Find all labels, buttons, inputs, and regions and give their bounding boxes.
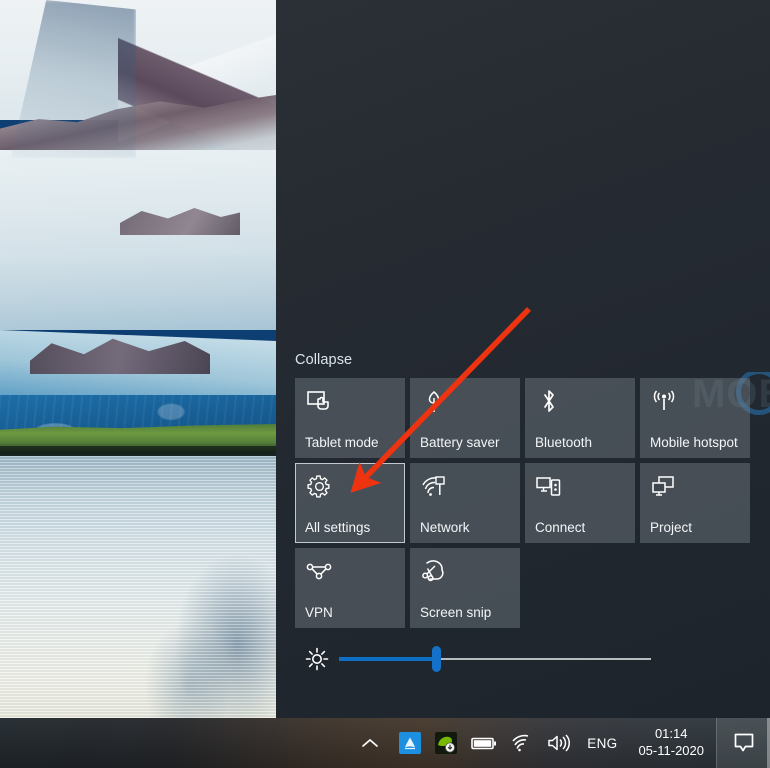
action-center-button[interactable] [716, 718, 770, 768]
quick-action-screen-snip[interactable]: Screen snip [410, 548, 520, 628]
bluetooth-icon [535, 387, 563, 415]
show-hidden-icons-chevron[interactable] [350, 718, 392, 768]
brightness-slider[interactable] [339, 646, 651, 672]
slider-fill [339, 657, 436, 661]
desktop-wallpaper[interactable] [0, 0, 276, 718]
collapse-row: Collapse [276, 351, 770, 378]
brightness-row [276, 628, 770, 690]
wallpaper-snowfield [0, 150, 276, 330]
battery-icon[interactable] [464, 718, 504, 768]
screen-snip-icon [420, 557, 448, 585]
quick-action-empty-slot [640, 548, 750, 628]
volume-icon[interactable] [540, 718, 578, 768]
project-icon [650, 472, 678, 500]
quick-action-label: Network [420, 520, 470, 536]
quick-action-label: All settings [305, 520, 371, 536]
brightness-icon [295, 646, 339, 672]
quick-action-project[interactable]: Project [640, 463, 750, 543]
tablet-mode-icon [305, 387, 333, 415]
clock[interactable]: 01:14 05-11-2020 [626, 718, 716, 768]
clock-time: 01:14 [654, 726, 688, 742]
quick-action-label: Battery saver [420, 435, 500, 451]
quick-action-label: Bluetooth [535, 435, 593, 451]
nvidia-update-icon[interactable] [428, 718, 464, 768]
quick-action-label: Mobile hotspot [650, 435, 738, 451]
language-indicator[interactable]: ENG [578, 736, 626, 751]
system-tray: ENG 01:14 05-11-2020 [350, 718, 770, 768]
wallpaper-lake [0, 456, 276, 718]
quick-action-tablet-mode[interactable]: Tablet mode [295, 378, 405, 458]
quick-action-label: Project [650, 520, 693, 536]
quick-action-label: VPN [305, 605, 333, 621]
action-center-panel: MOBIGYAAN Collapse Tablet mode [276, 0, 770, 718]
quick-action-connect[interactable]: Connect [525, 463, 635, 543]
screen: MOBIGYAAN Collapse Tablet mode [0, 0, 770, 768]
quick-action-bluetooth[interactable]: Bluetooth [525, 378, 635, 458]
quick-action-mobile-hotspot[interactable]: Mobile hotspot [640, 378, 750, 458]
gear-icon [305, 472, 333, 500]
wifi-icon[interactable] [504, 718, 540, 768]
quick-actions-grid: Tablet mode Battery saver Bluetooth Mobi… [276, 378, 770, 628]
vpn-icon [305, 557, 333, 585]
quick-action-network[interactable]: Network [410, 463, 520, 543]
quick-action-battery-saver[interactable]: Battery saver [410, 378, 520, 458]
mobile-hotspot-icon [650, 387, 678, 415]
collapse-button[interactable]: Collapse [295, 352, 352, 368]
quick-action-vpn[interactable]: VPN [295, 548, 405, 628]
quick-action-empty-slot [525, 548, 635, 628]
quick-action-all-settings[interactable]: All settings [295, 463, 405, 543]
connect-icon [535, 472, 563, 500]
clock-date: 05-11-2020 [638, 743, 704, 758]
taskbar: ENG 01:14 05-11-2020 [0, 718, 770, 768]
battery-saver-icon [420, 387, 448, 415]
quick-action-label: Tablet mode [305, 435, 379, 451]
network-icon [420, 472, 448, 500]
quick-action-label: Screen snip [420, 605, 492, 621]
slider-thumb[interactable] [431, 646, 441, 672]
quick-action-label: Connect [535, 520, 586, 536]
blue-app-icon[interactable] [392, 718, 428, 768]
